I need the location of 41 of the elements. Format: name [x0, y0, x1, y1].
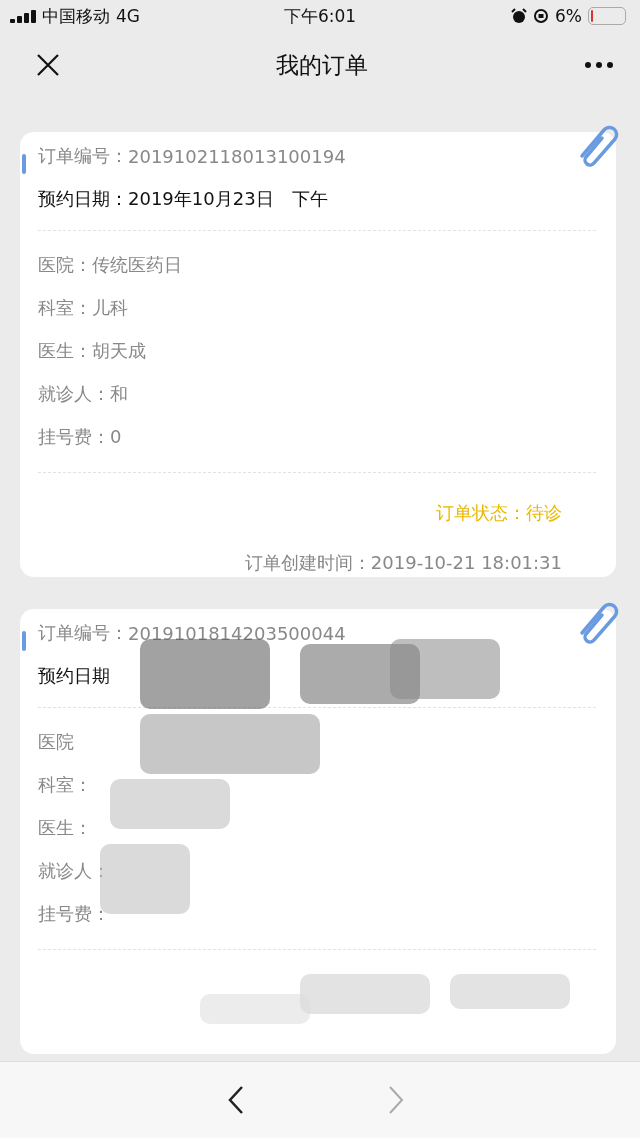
field-value: 儿科	[92, 295, 128, 320]
field-value: 胡天成	[92, 338, 146, 363]
appointment-date: 2019年10月23日 下午	[128, 187, 328, 211]
field-label: 医院	[38, 729, 74, 754]
appointment-label: 预约日期	[38, 664, 110, 688]
network-type: 4G	[116, 6, 140, 26]
accent-bar	[22, 154, 26, 174]
order-number-label: 订单编号：	[38, 144, 128, 168]
field-label: 医生：	[38, 338, 92, 363]
appointment-label: 预约日期：	[38, 187, 128, 211]
order-card[interactable]: 订单编号：2019102118013100194 预约日期：2019年10月23日 下午 医院：传统医药日 科室：儿科 医生：胡天成 就诊人：和 挂号费：0 订单状态：待诊 订单创建时间：2019-10-21 18:01:31	[20, 132, 616, 577]
more-icon[interactable]	[584, 61, 614, 69]
field-value: 传统医药日	[92, 252, 182, 277]
field-label: 挂号费：	[38, 424, 110, 449]
created-time: 订单创建时间：2019-10-21 18:01:31	[244, 550, 562, 575]
order-card[interactable]: 订单编号：2019101814203500044 预约日期 医院 科室： 医生： 就诊人： 挂号费：	[20, 609, 616, 1054]
field-label: 科室：	[38, 295, 92, 320]
field-label: 科室：	[38, 772, 92, 797]
battery-percent: 6%	[555, 6, 582, 26]
order-number: 2019102118013100194	[128, 145, 346, 167]
order-number: 2019101814203500044	[128, 622, 346, 644]
order-number-label: 订单编号：	[38, 621, 128, 645]
field-label: 就诊人：	[38, 381, 110, 406]
close-icon[interactable]	[36, 53, 60, 77]
field-label: 就诊人：	[38, 858, 110, 883]
clock: 下午6:01	[283, 5, 357, 26]
accent-bar	[22, 631, 26, 651]
battery-icon	[588, 7, 626, 25]
field-label: 医生：	[38, 815, 92, 840]
alarm-icon	[511, 8, 527, 24]
signal-icon	[10, 9, 36, 23]
chevron-left-icon	[227, 1085, 245, 1115]
chevron-right-icon	[387, 1085, 405, 1115]
field-value: 和	[110, 381, 128, 406]
rotation-lock-icon	[533, 8, 549, 24]
field-label: 医院：	[38, 252, 92, 277]
order-status: 订单状态：待诊	[436, 501, 562, 525]
page-title: 我的订单	[276, 50, 368, 80]
field-value: 0	[110, 426, 122, 447]
field-label: 挂号费：	[38, 901, 110, 926]
carrier: 中国移动	[42, 4, 110, 28]
